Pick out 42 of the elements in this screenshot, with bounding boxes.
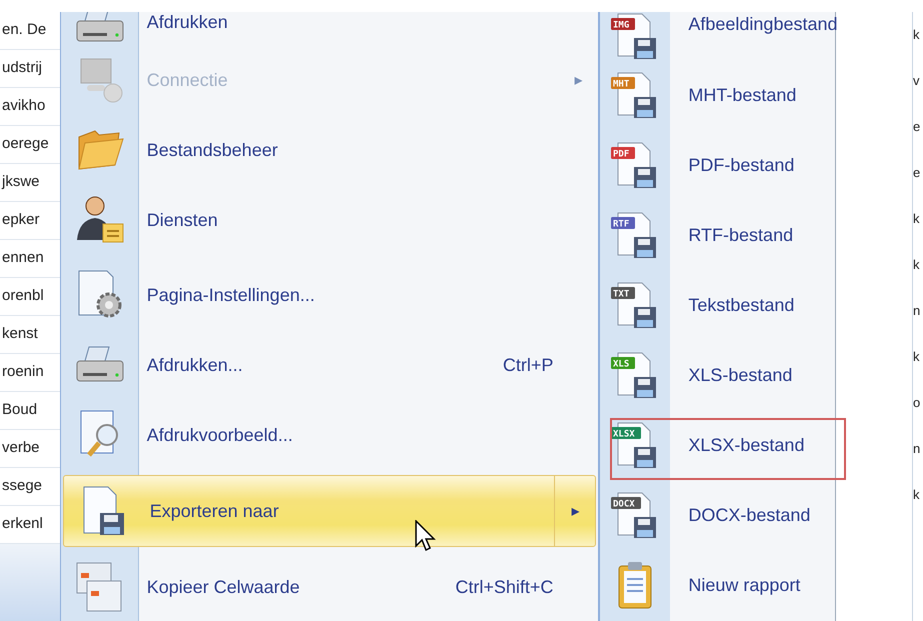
table-cell: epker bbox=[0, 202, 60, 240]
table-cell-text: n bbox=[913, 302, 922, 320]
menu-item[interactable]: Nieuw rapport bbox=[600, 550, 836, 620]
menu-item[interactable]: Exporteren naar ▸ bbox=[62, 475, 596, 547]
table-cell-text: k bbox=[913, 256, 921, 274]
table-cell-text: o bbox=[913, 394, 922, 412]
menu-item[interactable]: DOCX DOCX-bestand bbox=[600, 480, 836, 550]
table-cell-text: v bbox=[913, 72, 921, 90]
menu-item[interactable]: IMG Afbeeldingbestand bbox=[600, 12, 836, 60]
table-cell: orenbl bbox=[0, 278, 60, 316]
table-cell: Boud bbox=[0, 392, 60, 430]
menu-item[interactable]: Diensten bbox=[60, 185, 598, 255]
cursor-icon bbox=[414, 520, 437, 552]
menu-item[interactable]: Kopieer Celwaarde Ctrl+Shift+C bbox=[60, 552, 598, 621]
table-cell: en. De bbox=[0, 12, 60, 50]
table-cell-text: e bbox=[913, 118, 922, 136]
table-cell: avikho bbox=[0, 88, 60, 126]
menu-item[interactable]: MHT MHT-bestand bbox=[600, 60, 836, 130]
menu-item[interactable]: PDF PDF-bestand bbox=[600, 130, 836, 200]
menu-item[interactable]: RTF RTF-bestand bbox=[600, 200, 836, 270]
menu-item[interactable]: Bestandsbeheer bbox=[60, 115, 598, 185]
table-cell: ssege bbox=[0, 468, 60, 506]
table-cell: ennen bbox=[0, 240, 60, 278]
table-cell-text: e bbox=[913, 164, 922, 182]
table-cell: roenin bbox=[0, 354, 60, 392]
table-cell-text: k bbox=[913, 26, 921, 44]
table-cell-text: k bbox=[913, 486, 921, 504]
table-cell: oerege bbox=[0, 126, 60, 164]
table-cell: udstrij bbox=[0, 50, 60, 88]
menu-item[interactable]: XLS XLS-bestand bbox=[600, 340, 836, 410]
menu-item[interactable]: TXT Tekstbestand bbox=[600, 270, 836, 340]
table-cell: jkswe bbox=[0, 164, 60, 202]
menu-item[interactable]: Afdrukken... Ctrl+P bbox=[60, 330, 598, 400]
menu-item[interactable]: XLSX XLSX-bestand bbox=[600, 410, 836, 480]
table-cell-text: k bbox=[913, 210, 921, 228]
menu-item[interactable]: Pagina-Instellingen... bbox=[60, 260, 598, 330]
table-cell-text: k bbox=[913, 348, 921, 366]
table-cell-text: n bbox=[913, 440, 922, 458]
menu-item[interactable]: Afdrukken bbox=[60, 12, 598, 45]
table-cell: kenst bbox=[0, 316, 60, 354]
table-cell: verbe bbox=[0, 430, 60, 468]
menu-item[interactable]: Afdrukvoorbeeld... bbox=[60, 400, 598, 470]
